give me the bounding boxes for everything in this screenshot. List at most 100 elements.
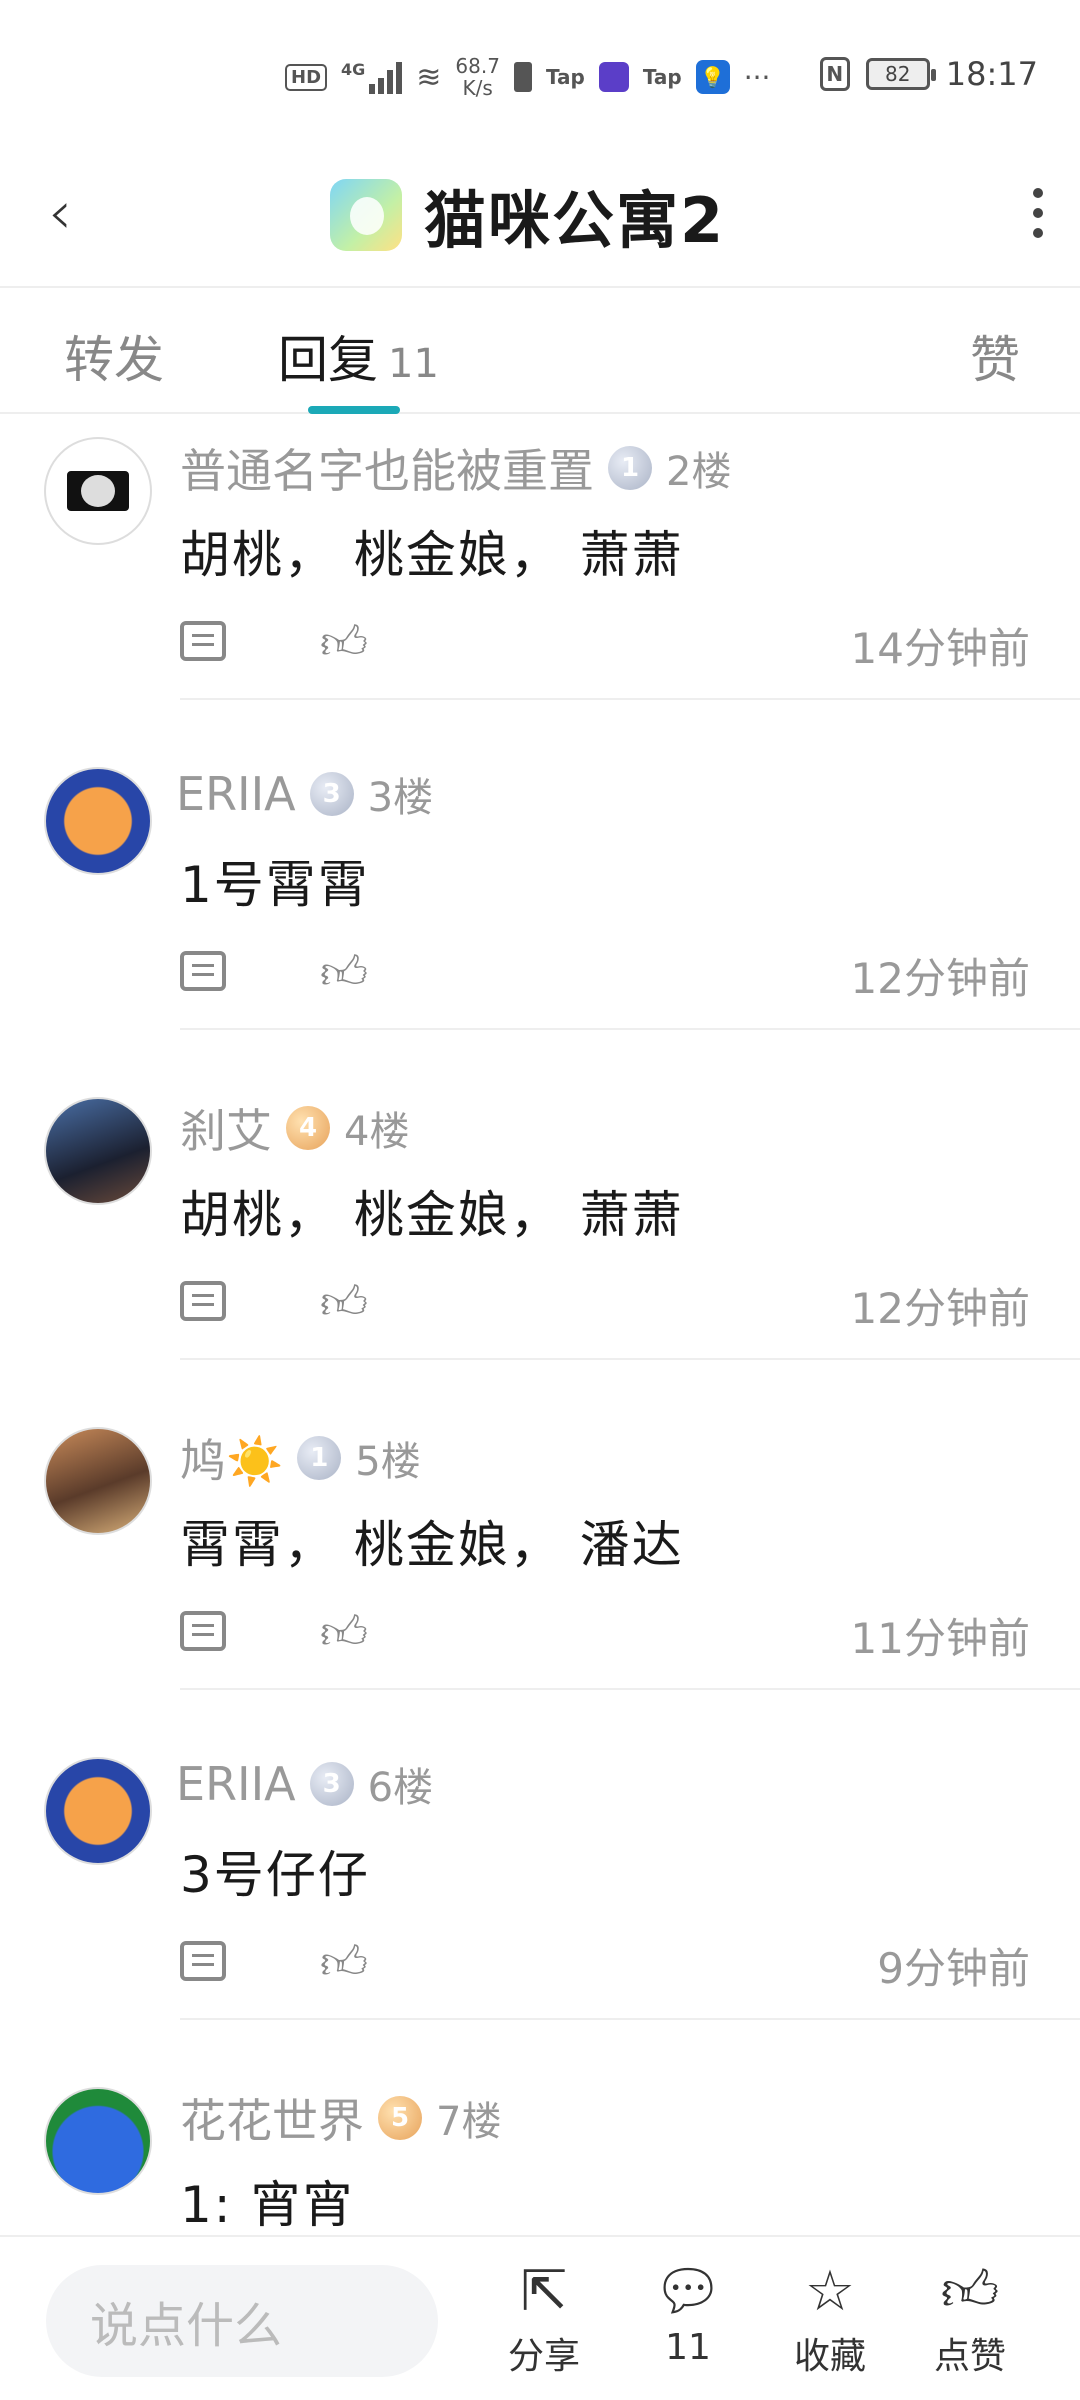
level-badge: 3 [309,772,354,816]
bulb-icon: 💡 [695,60,730,94]
floor-number: 2楼 [666,449,732,495]
favorite-button[interactable]: ☆ 收藏 [770,2257,890,2379]
timestamp: 11分钟前 [850,1614,1030,1663]
back-icon[interactable]: ‹ [48,178,72,248]
floor-number: 3楼 [367,775,434,821]
level-badge: 5 [378,2096,422,2140]
username[interactable]: 刹艾 [180,1095,272,1161]
signal-icon: 4G [341,60,403,94]
reply-item[interactable]: ERIIA 3 3楼 1号霄霄 👍︎ 12分钟前 [0,745,1080,1075]
like-label: 点赞 [933,2336,1006,2377]
comments-button[interactable]: 💬︎ 11 [628,2257,748,2368]
thumbs-up-icon[interactable]: 👍︎ [320,615,368,671]
tab-bar: 转发 回复 11 赞 [0,290,1080,414]
comments-count: 11 [665,2327,711,2368]
app-icon [330,179,402,251]
thumbs-up-icon[interactable]: 👍︎ [320,1935,368,1991]
level-badge: 3 [309,1762,354,1806]
username[interactable]: 花花世界 [180,2085,364,2151]
status-bar: HD 4G ≋ 68.7 K/s Tap Tap 💡 ··· N 82 18:1… [0,0,1080,150]
avatar[interactable] [44,1097,152,1205]
avatar[interactable] [44,2087,152,2195]
username[interactable]: ERIIA [176,767,296,821]
tab-like[interactable]: 赞 [970,320,1020,392]
sim-icon [513,62,532,92]
avatar[interactable] [44,1427,152,1535]
title-bar: ‹ 猫咪公寓2 [0,150,1080,288]
level-badge: 4 [286,1106,330,1150]
bottom-bar: 说点什么 ⇱ 分享 💬︎ 11 ☆ 收藏 👍︎ 点赞 [0,2235,1080,2400]
more-notifications-icon: ··· [743,60,771,94]
username[interactable]: 普通名字也能被重置 [180,435,594,501]
tap-app-icon: Tap [545,65,585,89]
thumbs-up-icon: 👍︎ [940,2259,1000,2324]
username[interactable]: 鸠☀️ [180,1425,283,1491]
comment-input[interactable]: 说点什么 [46,2265,438,2377]
avatar[interactable] [44,767,152,875]
share-label: 分享 [507,2336,580,2377]
thumbs-up-icon[interactable]: 👍︎ [320,945,368,1001]
more-options-icon[interactable] [1032,188,1044,238]
level-badge: 1 [297,1436,342,1480]
timestamp: 12分钟前 [850,954,1030,1003]
floor-number: 6楼 [367,1765,434,1811]
net-speed: 68.7 K/s [455,55,500,99]
avatar[interactable] [44,1757,152,1865]
clock: 18:17 [945,55,1038,93]
share-icon: ⇱ [520,2259,568,2324]
divider [180,1028,1080,1030]
wifi-icon: ≋ [416,59,442,95]
timestamp: 9分钟前 [877,1944,1030,1993]
reply-content: 1号霄霄 [180,856,370,914]
comment-icon[interactable] [180,1281,226,1321]
floor-number: 5楼 [355,1439,421,1485]
reply-content: 胡桃， 桃金娘， 萧萧 [180,526,684,584]
reply-item[interactable]: 刹艾 4 4楼 胡桃， 桃金娘， 萧萧 👍︎ 12分钟前 [0,1075,1080,1405]
speed-value: 68.7 [455,54,500,78]
reply-content: 胡桃， 桃金娘， 萧萧 [180,1186,684,1244]
nfc-icon: N [819,57,850,91]
hd-indicator: HD [285,63,328,91]
chat-bubble-icon: 💬︎ [652,2259,724,2324]
comment-icon[interactable] [180,621,226,661]
tab-forward[interactable]: 转发 [64,320,164,392]
divider [180,1688,1080,1690]
share-button[interactable]: ⇱ 分享 [484,2257,604,2379]
timestamp: 14分钟前 [850,624,1030,673]
tab-indicator [308,406,400,414]
comment-icon[interactable] [180,1611,226,1651]
floor-number: 4楼 [344,1109,410,1155]
tab-reply-label: 回复 [278,331,378,389]
like-button[interactable]: 👍︎ 点赞 [910,2257,1030,2379]
tab-reply[interactable]: 回复 11 [278,320,439,392]
avatar[interactable] [44,437,152,545]
reply-item[interactable]: 鸠☀️ 1 5楼 霄霄， 桃金娘， 潘达 👍︎ 11分钟前 [0,1405,1080,1735]
divider [180,2018,1080,2020]
speed-unit: K/s [462,76,493,100]
app-notify-icon [598,62,629,92]
level-badge: 1 [608,446,652,490]
network-type: 4G [341,60,366,79]
reply-item[interactable]: 花花世界 5 7楼 1: 宵宵 [0,2065,1080,2235]
favorite-label: 收藏 [793,2336,866,2377]
reply-content: 霄霄， 桃金娘， 潘达 [180,1516,684,1574]
reply-item[interactable]: 普通名字也能被重置 1 2楼 胡桃， 桃金娘， 萧萧 👍︎ 14分钟前 [0,415,1080,745]
reply-content: 3号仔仔 [180,1846,370,1904]
app-title: 猫咪公寓2 [330,170,725,260]
page-title: 猫咪公寓2 [424,184,726,257]
divider [180,698,1080,700]
reply-item[interactable]: ERIIA 3 6楼 3号仔仔 👍︎ 9分钟前 [0,1735,1080,2065]
comment-icon[interactable] [180,1941,226,1981]
star-icon: ☆ [804,2259,856,2324]
reply-content: 1: 宵宵 [180,2176,355,2234]
tap-app-icon-2: Tap [642,65,682,89]
username[interactable]: ERIIA [176,1757,296,1811]
thumbs-up-icon[interactable]: 👍︎ [320,1605,368,1661]
thumbs-up-icon[interactable]: 👍︎ [320,1275,368,1331]
tab-reply-count: 11 [388,341,439,387]
battery-icon: 82 [865,58,936,90]
timestamp: 12分钟前 [850,1284,1030,1333]
divider [180,1358,1080,1360]
floor-number: 7楼 [436,2099,502,2145]
comment-icon[interactable] [180,951,226,991]
